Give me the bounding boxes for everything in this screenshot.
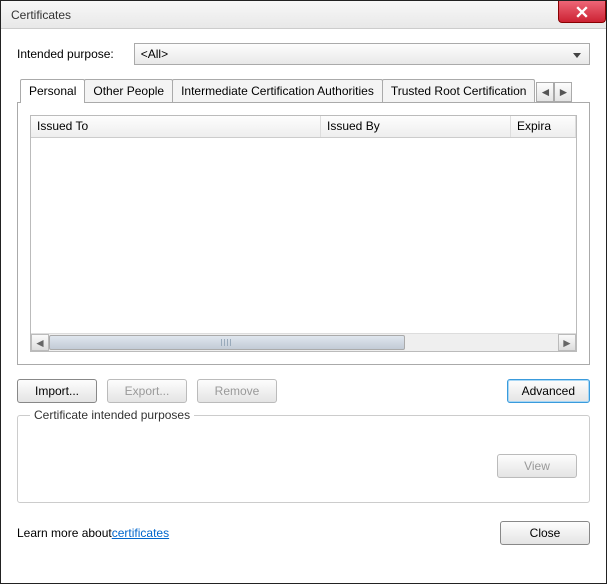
tab-personal[interactable]: Personal xyxy=(20,79,85,103)
import-button[interactable]: Import... xyxy=(17,379,97,403)
close-button[interactable]: Close xyxy=(500,521,590,545)
intended-purpose-value: <All> xyxy=(141,47,168,61)
remove-button[interactable]: Remove xyxy=(197,379,277,403)
tab-label: Other People xyxy=(93,84,164,98)
tab-panel: Issued To Issued By Expira ◄ ► xyxy=(17,103,590,365)
tab-label: Trusted Root Certification xyxy=(391,84,527,98)
tab-scroll-left[interactable]: ◄ xyxy=(536,82,554,102)
button-label: View xyxy=(524,459,550,473)
chevron-right-icon: ► xyxy=(561,336,573,350)
view-button[interactable]: View xyxy=(497,454,577,478)
list-body[interactable] xyxy=(31,138,576,333)
certificates-link[interactable]: certificates xyxy=(112,526,169,540)
chevron-right-icon: ► xyxy=(558,85,570,99)
scroll-right-button[interactable]: ► xyxy=(558,334,576,351)
intended-purpose-select[interactable]: <All> xyxy=(134,43,590,65)
tab-label: Personal xyxy=(29,84,76,98)
group-title: Certificate intended purposes xyxy=(30,408,194,422)
scroll-thumb[interactable] xyxy=(49,335,405,350)
close-icon xyxy=(576,6,588,18)
tab-trusted-root[interactable]: Trusted Root Certification xyxy=(382,79,536,102)
tab-strip: Personal Other People Intermediate Certi… xyxy=(17,79,590,103)
intended-purposes-group: Certificate intended purposes View xyxy=(17,415,590,503)
col-issued-to[interactable]: Issued To xyxy=(31,116,321,137)
col-expiration[interactable]: Expira xyxy=(511,116,576,137)
tab-intermediate-ca[interactable]: Intermediate Certification Authorities xyxy=(172,79,383,102)
horizontal-scrollbar[interactable]: ◄ ► xyxy=(31,333,576,351)
chevron-left-icon: ◄ xyxy=(34,336,46,350)
list-header: Issued To Issued By Expira xyxy=(31,116,576,138)
button-label: Import... xyxy=(35,384,79,398)
learn-more-text: Learn more about xyxy=(17,526,112,540)
advanced-button[interactable]: Advanced xyxy=(507,379,590,403)
scroll-track[interactable] xyxy=(49,334,558,351)
window-close-button[interactable] xyxy=(558,1,606,23)
button-label: Advanced xyxy=(522,384,575,398)
window-title: Certificates xyxy=(11,8,71,22)
titlebar: Certificates xyxy=(1,1,606,29)
certificate-list[interactable]: Issued To Issued By Expira ◄ ► xyxy=(30,115,577,352)
tab-other-people[interactable]: Other People xyxy=(84,79,173,102)
certificates-dialog: Certificates Intended purpose: <All> Per… xyxy=(0,0,607,584)
button-label: Close xyxy=(530,526,561,540)
chevron-left-icon: ◄ xyxy=(540,85,552,99)
col-issued-by[interactable]: Issued By xyxy=(321,116,511,137)
button-label: Remove xyxy=(215,384,260,398)
tab-label: Intermediate Certification Authorities xyxy=(181,84,374,98)
button-label: Export... xyxy=(125,384,170,398)
scroll-left-button[interactable]: ◄ xyxy=(31,334,49,351)
tab-scroll-right[interactable]: ► xyxy=(554,82,572,102)
intended-purpose-label: Intended purpose: xyxy=(17,47,114,61)
export-button[interactable]: Export... xyxy=(107,379,187,403)
